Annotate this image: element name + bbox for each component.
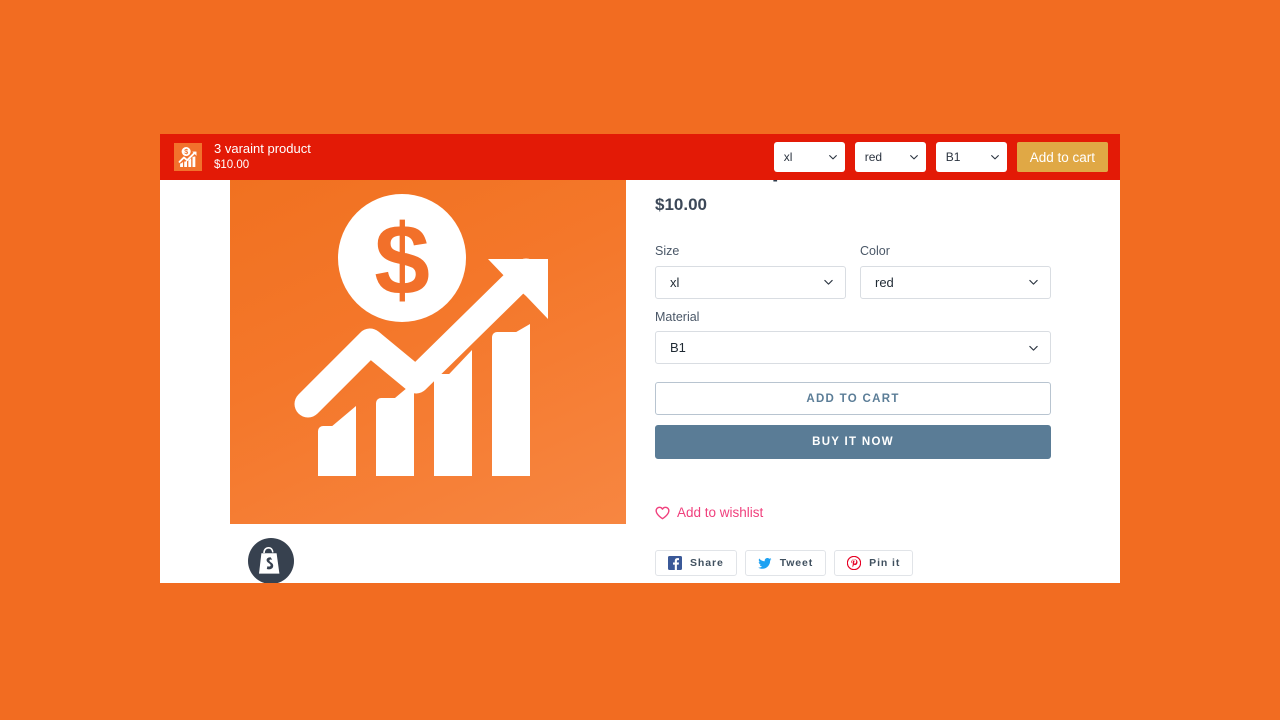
variant-label-material: Material	[655, 309, 700, 324]
add-to-wishlist-button[interactable]: Add to wishlist	[655, 505, 1051, 520]
chevron-down-icon	[823, 277, 834, 288]
sticky-select-color-value: red	[864, 150, 883, 164]
sticky-select-material-value: B1	[945, 150, 961, 164]
share-twitter-button[interactable]: Tweet	[744, 550, 827, 577]
variant-label-size: Size	[655, 244, 680, 259]
twitter-icon	[757, 556, 772, 570]
variant-row-size-color: Size xl Color red	[655, 243, 1051, 299]
variant-field-color: Color red	[860, 243, 1051, 299]
variant-value-color: red	[875, 274, 894, 290]
share-pinterest-label: Pin it	[869, 557, 901, 570]
variant-field-material: Material B1	[655, 309, 1051, 365]
variant-select-color[interactable]: red	[860, 265, 1051, 299]
shopify-bag-icon	[259, 547, 280, 574]
sticky-product-price: $10.00	[214, 158, 250, 171]
chevron-down-icon	[990, 152, 1000, 162]
chevron-down-icon	[828, 152, 838, 162]
variant-field-size: Size xl	[655, 243, 846, 299]
variant-select-material[interactable]: B1	[655, 331, 1051, 365]
sticky-add-to-cart-bar: $ 3 varaint product $10.00 xl red B1 Add…	[160, 134, 1120, 180]
chevron-down-icon	[1028, 277, 1039, 288]
chevron-down-icon	[1028, 342, 1039, 353]
variant-value-size: xl	[670, 274, 680, 290]
share-twitter-label: Tweet	[779, 557, 814, 570]
pinterest-icon	[847, 556, 862, 571]
add-to-cart-button[interactable]: Add to cart	[655, 382, 1051, 416]
growth-chart-dollar-icon: $	[178, 147, 197, 167]
sticky-add-to-cart-button[interactable]: Add to cart	[1016, 142, 1108, 172]
variant-value-material: B1	[670, 340, 686, 356]
product-details-column: 3 varaint product $10.00 Size xl	[655, 152, 1051, 577]
share-buttons-row: Share Tweet Pin it	[655, 550, 1051, 577]
sticky-product-title: 3 varaint product	[214, 141, 311, 157]
shopify-bag-badge[interactable]	[248, 538, 294, 583]
heart-icon	[655, 506, 670, 520]
share-pinterest-button[interactable]: Pin it	[834, 550, 914, 577]
svg-text:$: $	[184, 149, 188, 156]
sticky-select-color[interactable]: red	[854, 142, 926, 172]
sticky-product-info: 3 varaint product $10.00	[214, 141, 774, 172]
product-page-content: $ $10.00 Size xl Color red Material B1 A…	[160, 134, 1120, 583]
facebook-icon	[668, 556, 682, 571]
svg-text:$: $	[374, 204, 430, 316]
sticky-product-thumbnail[interactable]: $	[174, 143, 202, 171]
product-price: $10.00	[655, 195, 707, 215]
store-page-canvas: $ $10.00 Size xl Color red Material B1 A…	[160, 134, 1120, 583]
sticky-select-size-value: xl	[783, 150, 793, 164]
sticky-select-material[interactable]: B1	[935, 142, 1007, 172]
product-media-column: $	[230, 146, 626, 583]
add-to-wishlist-label: Add to wishlist	[677, 505, 764, 521]
buy-it-now-button[interactable]: Buy it now	[655, 425, 1051, 460]
sticky-select-size[interactable]: xl	[773, 142, 845, 172]
share-facebook-label: Share	[690, 557, 724, 570]
share-facebook-button[interactable]: Share	[655, 550, 737, 577]
variant-select-size[interactable]: xl	[655, 265, 846, 299]
sticky-controls: xl red B1 Add to cart	[773, 142, 1108, 172]
product-main-image[interactable]: $	[230, 146, 626, 524]
variant-label-color: Color	[860, 244, 890, 259]
growth-chart-dollar-icon: $	[294, 194, 548, 476]
chevron-down-icon	[909, 152, 919, 162]
